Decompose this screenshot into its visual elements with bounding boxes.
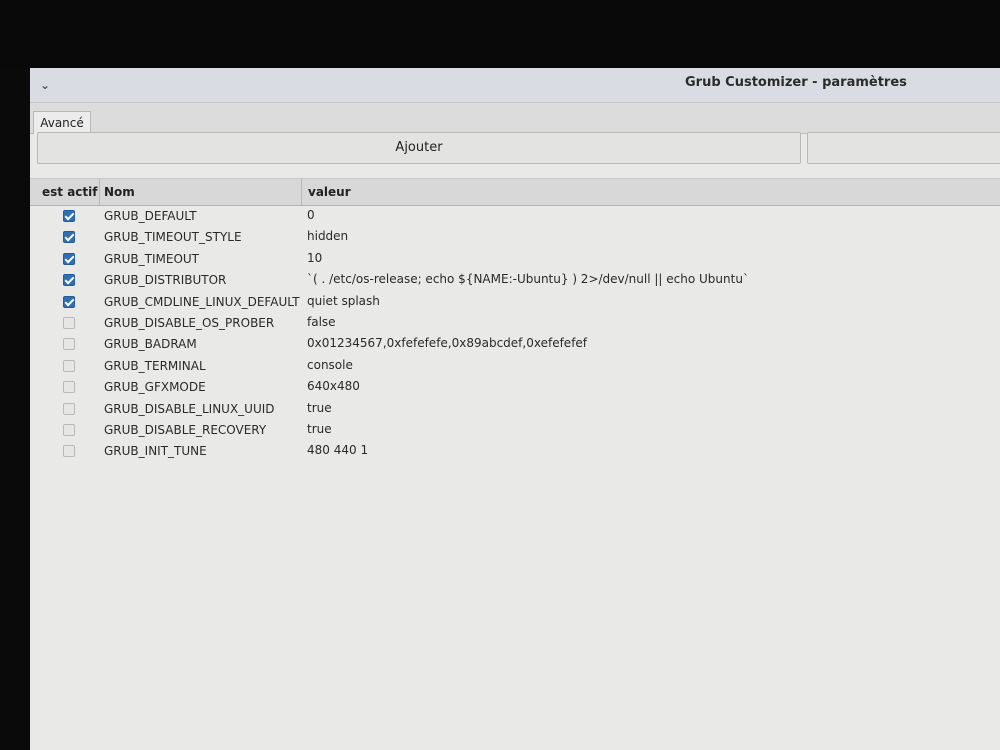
table-row[interactable]: GRUB_DISABLE_RECOVERY true bbox=[30, 420, 1000, 441]
title-bar: ⌄ Grub Customizer - paramètres bbox=[30, 68, 1000, 103]
secondary-button[interactable] bbox=[807, 132, 1000, 164]
settings-window: ⌄ Grub Customizer - paramètres Avancé Aj… bbox=[30, 68, 1000, 750]
active-checkbox[interactable] bbox=[63, 274, 75, 287]
setting-value[interactable]: quiet splash bbox=[307, 294, 380, 308]
background-top bbox=[0, 0, 1000, 70]
table-row[interactable]: GRUB_DEFAULT 0 bbox=[30, 206, 1000, 227]
add-button[interactable]: Ajouter bbox=[37, 132, 801, 164]
setting-value[interactable]: true bbox=[307, 401, 332, 415]
table-row[interactable]: GRUB_TIMEOUT_STYLE hidden bbox=[30, 227, 1000, 248]
setting-name: GRUB_TIMEOUT_STYLE bbox=[104, 230, 242, 245]
table-row[interactable]: GRUB_GFXMODE 640x480 bbox=[30, 377, 1000, 398]
setting-value[interactable]: true bbox=[307, 422, 332, 436]
setting-name: GRUB_INIT_TUNE bbox=[104, 444, 207, 459]
active-checkbox[interactable] bbox=[63, 317, 75, 329]
table-row[interactable]: GRUB_DISTRIBUTOR `( . /etc/os-release; ec… bbox=[30, 270, 1000, 291]
table-header: est actif Nom valeur bbox=[30, 178, 1000, 206]
background-left bbox=[0, 70, 30, 750]
column-active[interactable]: est actif bbox=[38, 179, 100, 205]
table-row[interactable]: GRUB_DISABLE_OS_PROBER false bbox=[30, 313, 1000, 334]
active-checkbox[interactable] bbox=[63, 231, 75, 244]
active-checkbox[interactable] bbox=[63, 210, 75, 222]
active-checkbox[interactable] bbox=[63, 338, 75, 351]
setting-name: GRUB_CMDLINE_LINUX_DEFAULT bbox=[104, 294, 300, 309]
column-name[interactable]: Nom bbox=[100, 179, 302, 205]
setting-name: GRUB_BADRAM bbox=[104, 337, 197, 352]
setting-value[interactable]: console bbox=[307, 358, 353, 372]
setting-name: GRUB_DISABLE_LINUX_UUID bbox=[104, 401, 275, 416]
setting-name: GRUB_TERMINAL bbox=[104, 358, 206, 373]
setting-value[interactable]: 480 440 1 bbox=[307, 443, 368, 457]
window-menu-icon[interactable]: ⌄ bbox=[40, 78, 50, 92]
active-checkbox[interactable] bbox=[63, 424, 75, 436]
active-checkbox[interactable] bbox=[63, 402, 75, 415]
setting-name: GRUB_TIMEOUT bbox=[104, 251, 200, 266]
table-row[interactable]: GRUB_TIMEOUT 10 bbox=[30, 249, 1000, 270]
active-checkbox[interactable] bbox=[63, 359, 75, 372]
active-checkbox[interactable] bbox=[63, 252, 75, 265]
setting-value[interactable]: hidden bbox=[307, 229, 348, 243]
window-title: Grub Customizer - paramètres bbox=[685, 75, 907, 90]
setting-name: GRUB_DISABLE_OS_PROBER bbox=[104, 316, 275, 330]
setting-value[interactable]: `( . /etc/os-release; echo ${NAME:-Ubunt… bbox=[307, 272, 749, 286]
tab-bar: Avancé bbox=[30, 103, 1000, 134]
setting-value[interactable]: false bbox=[307, 315, 336, 329]
active-checkbox[interactable] bbox=[63, 445, 75, 458]
setting-value[interactable]: 10 bbox=[307, 251, 322, 265]
table-row[interactable]: GRUB_DISABLE_LINUX_UUID true bbox=[30, 399, 1000, 420]
setting-value[interactable]: 0 bbox=[307, 208, 315, 222]
tab-advanced[interactable]: Avancé bbox=[33, 111, 91, 134]
table-row[interactable]: GRUB_BADRAM 0x01234567,0xfefefefe,0x89abc… bbox=[30, 334, 1000, 355]
setting-name: GRUB_DISABLE_RECOVERY bbox=[104, 423, 267, 437]
setting-value[interactable]: 640x480 bbox=[307, 379, 360, 393]
active-checkbox[interactable] bbox=[63, 381, 75, 394]
active-checkbox[interactable] bbox=[63, 295, 75, 308]
setting-value[interactable]: 0x01234567,0xfefefefe,0x89abcdef,0xefefe… bbox=[307, 336, 587, 350]
table-row[interactable]: GRUB_TERMINAL console bbox=[30, 356, 1000, 377]
column-value[interactable]: valeur bbox=[304, 179, 604, 205]
table-row[interactable]: GRUB_CMDLINE_LINUX_DEFAULT quiet splash bbox=[30, 292, 1000, 313]
setting-name: GRUB_GFXMODE bbox=[104, 380, 206, 395]
setting-name: GRUB_DISTRIBUTOR bbox=[104, 273, 227, 288]
setting-name: GRUB_DEFAULT bbox=[104, 209, 197, 223]
table-row[interactable]: GRUB_INIT_TUNE 480 440 1 bbox=[30, 441, 1000, 462]
